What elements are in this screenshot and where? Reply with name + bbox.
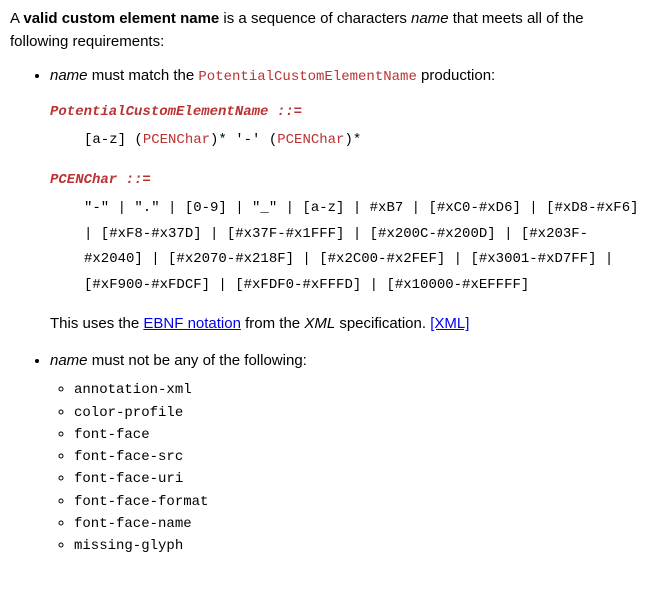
dfn-valid-custom-element-name: valid custom element name	[23, 10, 219, 27]
list-item: font-face-uri	[74, 467, 643, 489]
nonterminal: PCENChar	[277, 132, 344, 148]
banned-name: font-face-src	[74, 449, 183, 465]
list-item: missing-glyph	[74, 534, 643, 556]
text: [a-z] (	[84, 132, 143, 148]
rule-name: PotentialCustomElementName ::=	[50, 100, 643, 126]
text: from the	[241, 315, 304, 332]
production-ref: PotentialCustomElementName	[198, 69, 416, 85]
text: must not be any of the following:	[88, 352, 307, 369]
banned-name: font-face-format	[74, 494, 208, 510]
list-item: font-face-name	[74, 512, 643, 534]
banned-names-list: annotation-xml color-profile font-face font…	[50, 378, 643, 556]
list-item: color-profile	[74, 401, 643, 423]
grammar-block: PotentialCustomElementName ::= [a-z] (PC…	[50, 100, 643, 299]
rule-body: "-" | "." | [0-9] | "_" | [a-z] | #xB7 |…	[50, 196, 643, 300]
banned-name: annotation-xml	[74, 382, 192, 398]
rule-name: PCENChar ::=	[50, 168, 643, 194]
text: This uses the	[50, 315, 143, 332]
link-ebnf-notation[interactable]: EBNF notation	[143, 315, 241, 332]
text: is a sequence of characters	[219, 10, 411, 27]
requirements-list: name must match the PotentialCustomEleme…	[10, 65, 643, 557]
rule-body: [a-z] (PCENChar)* '-' (PCENChar)*	[50, 128, 643, 154]
list-item: name must match the PotentialCustomEleme…	[50, 65, 643, 336]
text: specification.	[335, 315, 430, 332]
banned-name: missing-glyph	[74, 538, 183, 554]
var-name: name	[50, 67, 88, 84]
text: A	[10, 10, 23, 27]
list-item: font-face-format	[74, 490, 643, 512]
var-name: name	[411, 10, 449, 27]
nonterminal: PCENChar	[143, 132, 210, 148]
list-item: annotation-xml	[74, 378, 643, 400]
banned-name: color-profile	[74, 405, 183, 421]
text: )* '-' (	[210, 132, 277, 148]
text: production:	[417, 67, 495, 84]
list-item: font-face	[74, 423, 643, 445]
text: must match the	[88, 67, 199, 84]
reference-xml[interactable]: [XML]	[430, 315, 469, 332]
text: )*	[344, 132, 361, 148]
spec-name: XML	[304, 315, 335, 332]
list-item: name must not be any of the following: a…	[50, 350, 643, 557]
banned-name: font-face-name	[74, 516, 192, 532]
banned-name: font-face	[74, 427, 150, 443]
ebnf-note: This uses the EBNF notation from the XML…	[50, 313, 643, 336]
list-item: font-face-src	[74, 445, 643, 467]
banned-name: font-face-uri	[74, 471, 183, 487]
intro-paragraph: A valid custom element name is a sequenc…	[10, 8, 643, 53]
var-name: name	[50, 352, 88, 369]
